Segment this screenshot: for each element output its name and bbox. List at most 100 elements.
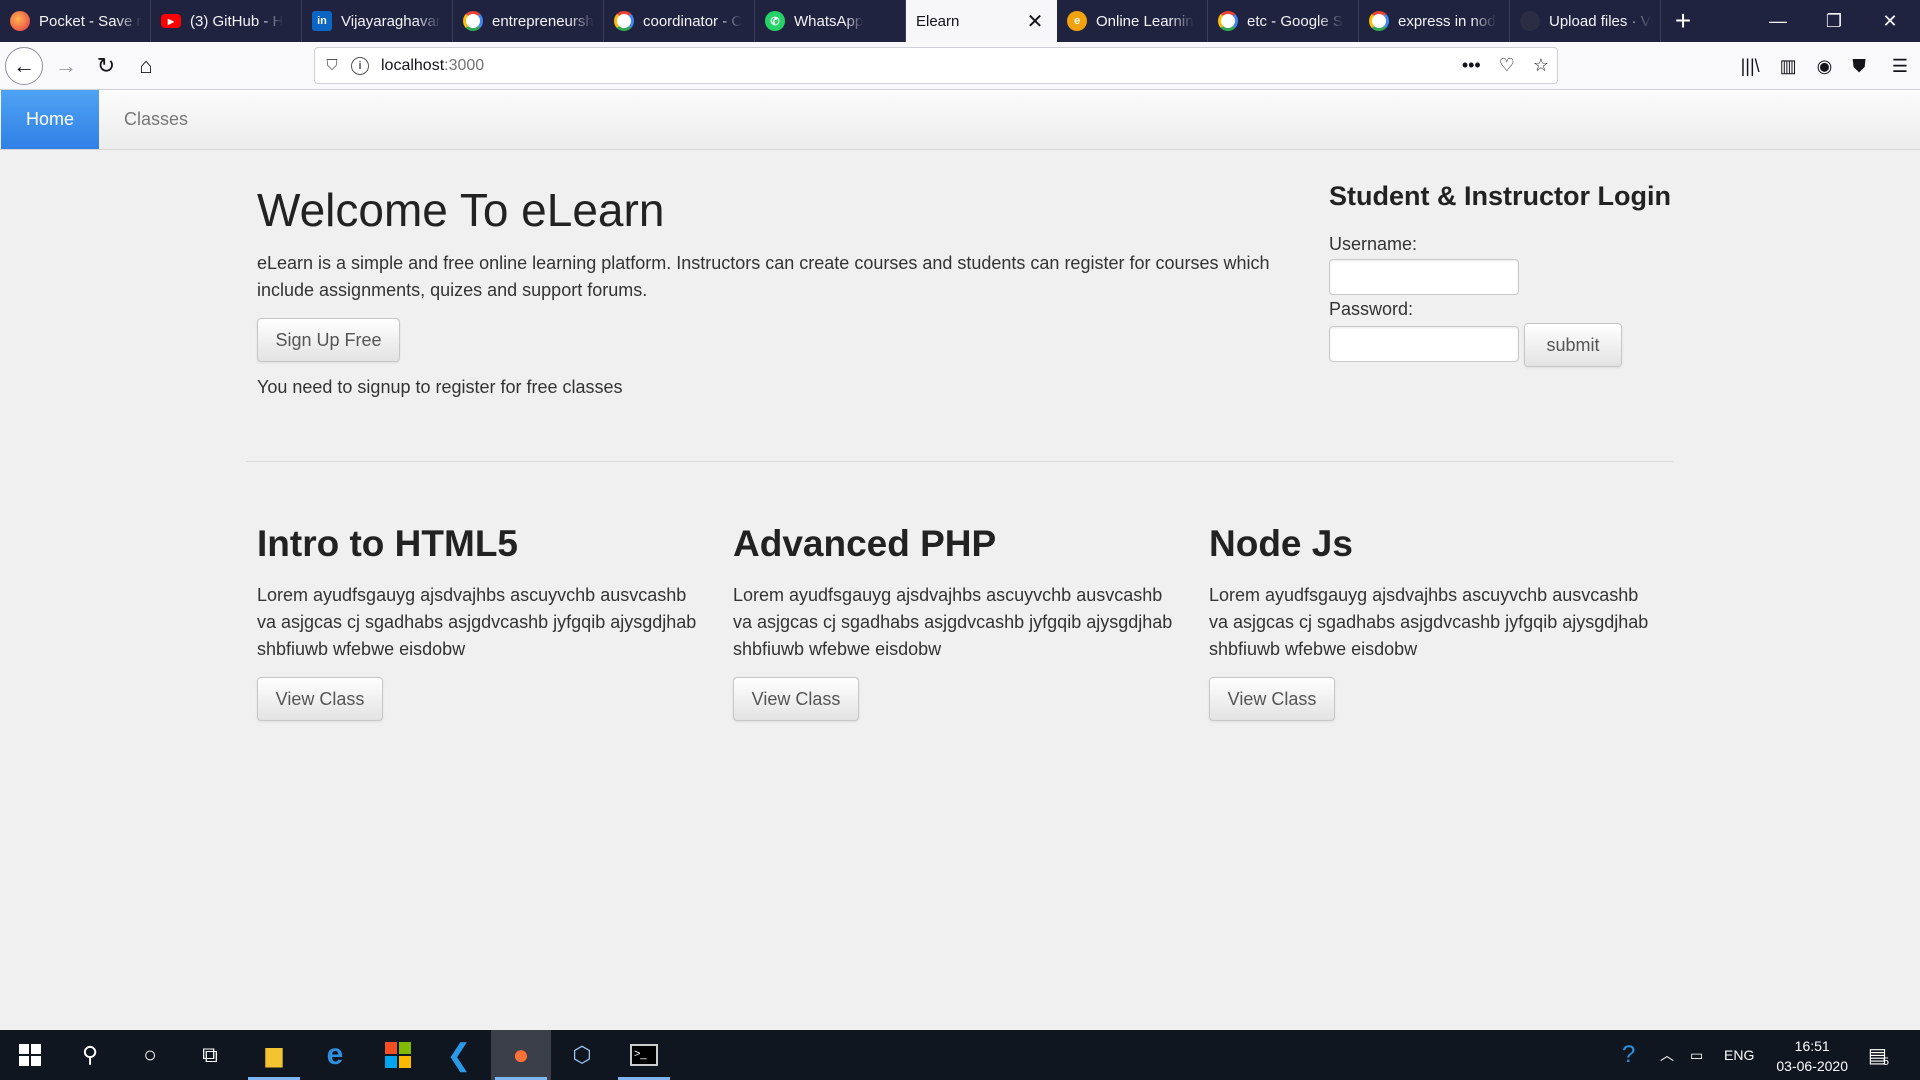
tab-label: Elearn [916,12,960,30]
sign-up-button[interactable]: Sign Up Free [257,318,400,362]
virtualbox-icon[interactable]: ⬡ [552,1030,612,1080]
tab-label: Online Learnin [1096,12,1194,30]
task-view-icon[interactable]: ⧉ [180,1030,240,1080]
browser-tab[interactable]: entrepreneursh [453,0,604,42]
notification-count: 5 [1882,1056,1890,1068]
menu-icon[interactable]: ☰ [1892,56,1908,77]
firefox-icon[interactable]: ● [491,1030,551,1080]
account-icon[interactable]: ◉ [1817,56,1833,77]
tab-label: Vijayaraghavar [341,12,441,30]
tab-label: WhatsApp [794,12,864,30]
notification-center-icon[interactable]: ▤ 5 [1868,1030,1889,1080]
linkedin-icon: in [312,11,332,31]
browser-tab[interactable]: express in nod [1359,0,1510,42]
address-bar[interactable]: ⛉ i localhost:3000 ••• ♡ ☆ [314,47,1558,84]
password-label: Password: [1329,299,1414,319]
browser-tab[interactable]: Pocket - Save r [0,0,151,42]
tracking-shield-icon[interactable]: ⛉ [323,57,341,74]
signup-note: You need to signup to register for free … [257,377,623,397]
browser-tab[interactable]: etc - Google S [1208,0,1359,42]
close-tab-icon[interactable]: ✕ [1023,9,1047,33]
browser-navigation-bar: ← → ↻ ⌂ ⛉ i localhost:3000 ••• ♡ ☆ |||\ … [0,42,1920,90]
battery-icon[interactable]: ▭ [1690,1030,1703,1080]
google-icon [463,11,483,31]
system-clock[interactable]: 16:51 03-06-2020 [1776,1036,1848,1076]
extension-shield-icon[interactable]: ⛊ [1852,56,1866,77]
page-content: Home Classes Welcome To eLearn eLearn is… [0,90,1920,1030]
chevron-up-icon[interactable]: ︿ [1660,1030,1674,1080]
login-title: Student & Instructor Login [1329,181,1671,211]
whatsapp-icon: ✆ [765,11,785,31]
page-title: Welcome To eLearn [257,184,665,236]
sidebar-icon[interactable]: ▥ [1780,56,1797,77]
nav-classes-link[interactable]: Classes [104,90,208,149]
tab-label: coordinator - C [643,12,743,30]
windows-start-icon[interactable] [0,1030,60,1080]
tab-label: express in nod [1398,12,1496,30]
browser-tab[interactable]: Upload files · V [1510,0,1661,42]
tab-label: entrepreneursh [492,12,594,30]
view-class-button[interactable]: View Class [1209,677,1335,721]
url-port: :3000 [444,56,485,74]
class-title: Advanced PHP [733,523,997,564]
section-divider [246,461,1673,462]
windows-taskbar: ⚲ ○ ⧉ ▆ e ❮ ● ⬡ >_ ? ︿ ▭ ENG 16:51 03-06… [0,1030,1920,1080]
site-info-icon[interactable]: i [351,56,369,75]
class-title: Intro to HTML5 [257,523,519,564]
youtube-icon: ▶ [161,14,181,28]
browser-tab[interactable]: ✆ WhatsApp [755,0,906,42]
tab-label: (3) GitHub - H [190,12,284,30]
cortana-icon[interactable]: ○ [120,1030,180,1080]
file-explorer-icon[interactable]: ▆ [244,1030,304,1080]
restore-icon[interactable]: ❐ [1806,0,1862,42]
new-tab-button[interactable]: + [1661,0,1705,42]
nav-home-link[interactable]: Home [1,90,99,149]
elearn-favicon-icon: e [1067,11,1087,31]
app-navbar: Home Classes [0,90,1920,150]
submit-button[interactable]: submit [1524,323,1622,367]
username-label: Username: [1329,234,1418,254]
bookmark-star-icon[interactable]: ☆ [1533,55,1549,76]
view-class-button[interactable]: View Class [257,677,383,721]
class-description: Lorem ayudfsgauyg ajsdvajhbs ascuyvchb a… [733,585,1173,659]
google-icon [614,11,634,31]
browser-tab-active[interactable]: Elearn ✕ [906,0,1057,42]
reload-icon[interactable]: ↻ [87,47,125,85]
google-icon [1218,11,1238,31]
page-icon [1520,11,1540,31]
password-input[interactable] [1329,326,1519,362]
username-input[interactable] [1329,259,1519,295]
browser-tab-strip: Pocket - Save r ▶ (3) GitHub - H in Vija… [0,0,1920,42]
close-window-icon[interactable]: ✕ [1862,0,1918,42]
microsoft-store-icon[interactable] [368,1030,428,1080]
tab-label: Pocket - Save r [39,12,142,30]
tab-label: Upload files · V [1549,12,1651,30]
browser-tab[interactable]: ▶ (3) GitHub - H [151,0,302,42]
page-actions-icon[interactable]: ••• [1462,55,1481,76]
google-icon [1369,11,1389,31]
clock-date: 03-06-2020 [1776,1058,1848,1074]
class-description: Lorem ayudfsgauyg ajsdvajhbs ascuyvchb a… [1209,585,1649,659]
home-icon[interactable]: ⌂ [127,47,165,85]
view-class-button[interactable]: View Class [733,677,859,721]
browser-tab[interactable]: in Vijayaraghavar [302,0,453,42]
url-host: localhost [381,56,445,74]
vscode-icon[interactable]: ❮ [429,1030,489,1080]
edge-browser-icon[interactable]: e [305,1030,365,1080]
class-description: Lorem ayudfsgauyg ajsdvajhbs ascuyvchb a… [257,585,697,659]
browser-tab[interactable]: e Online Learnin [1057,0,1208,42]
language-indicator[interactable]: ENG [1724,1030,1754,1080]
help-icon[interactable]: ? [1622,1030,1635,1080]
tab-label: etc - Google S [1247,12,1343,30]
library-icon[interactable]: |||\ [1741,56,1760,77]
terminal-icon[interactable]: >_ [614,1030,674,1080]
browser-tab[interactable]: coordinator - C [604,0,755,42]
minimize-icon[interactable]: — [1750,0,1806,42]
intro-text: eLearn is a simple and free online learn… [257,253,1270,300]
search-icon[interactable]: ⚲ [60,1030,120,1080]
pocket-icon [10,11,30,31]
class-title: Node Js [1209,523,1353,564]
back-arrow-icon[interactable]: ← [5,47,43,85]
pocket-save-icon[interactable]: ♡ [1499,55,1515,76]
forward-arrow-icon[interactable]: → [47,47,85,85]
